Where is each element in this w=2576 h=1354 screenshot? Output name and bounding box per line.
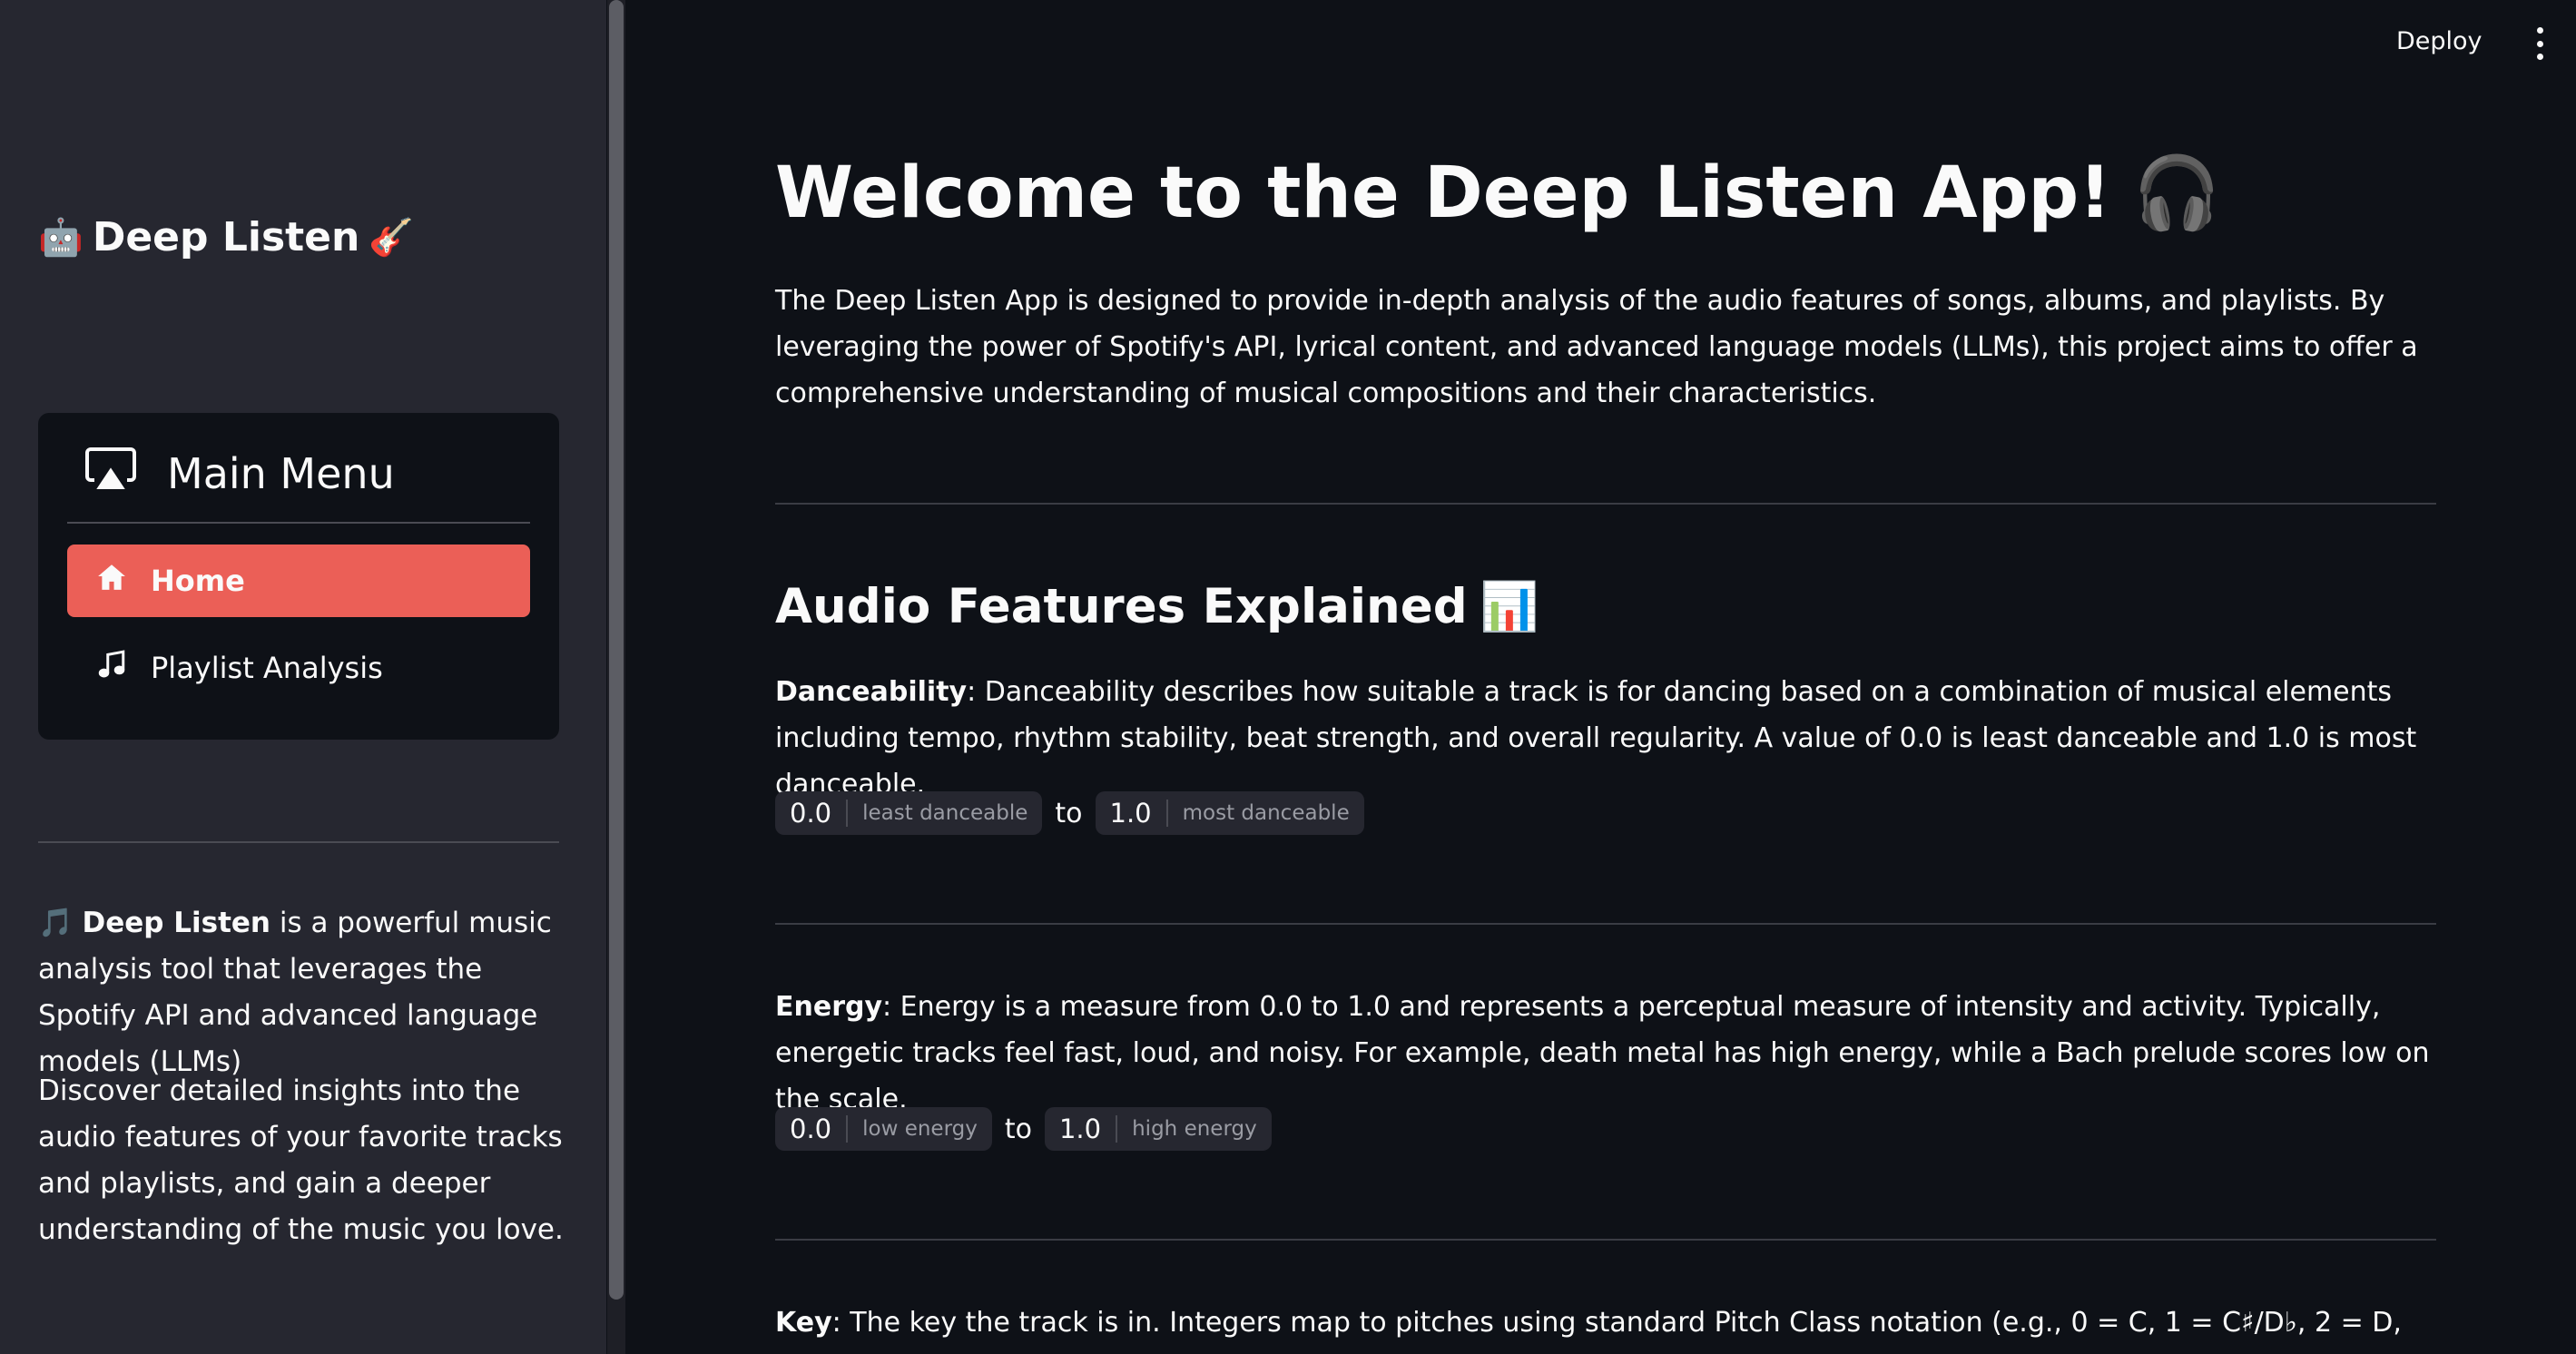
guitar-emoji-icon: 🎸 bbox=[369, 216, 415, 259]
range-max-value: 1.0 bbox=[1058, 1114, 1102, 1144]
feature-name: Energy bbox=[775, 991, 883, 1023]
divider bbox=[775, 1239, 2436, 1241]
sidebar-item-home[interactable]: Home bbox=[67, 545, 530, 617]
kebab-menu-icon[interactable] bbox=[2527, 27, 2552, 60]
robot-emoji-icon: 🤖 bbox=[38, 216, 84, 259]
range-max-badge: 1.0 high energy bbox=[1044, 1107, 1272, 1151]
sidebar: 🤖 Deep Listen 🎸 Main Menu Home Playlist … bbox=[0, 0, 606, 1354]
range-min-value: 0.0 bbox=[790, 798, 832, 829]
music-note-icon bbox=[96, 649, 127, 687]
danceability-range: 0.0 least danceable to 1.0 most danceabl… bbox=[775, 791, 1364, 835]
feature-name: Danceability bbox=[775, 676, 968, 708]
app-root: 🤖 Deep Listen 🎸 Main Menu Home Playlist … bbox=[0, 0, 2576, 1354]
music-notes-emoji-icon: 🎵 bbox=[38, 907, 74, 939]
range-max-value: 1.0 bbox=[1109, 798, 1152, 829]
sidebar-item-label: Home bbox=[151, 564, 245, 598]
main-menu: Main Menu Home Playlist Analysis bbox=[38, 413, 559, 740]
section-title: Audio Features Explained 📊 bbox=[775, 579, 1539, 634]
feature-name: Key bbox=[775, 1307, 832, 1339]
page-title: Welcome to the Deep Listen App! 🎧 bbox=[775, 152, 2221, 234]
sidebar-about-text: 🎵 Deep Listen is a powerful music analys… bbox=[38, 900, 574, 1085]
bar-chart-emoji-icon: 📊 bbox=[1480, 579, 1539, 634]
airplay-icon bbox=[85, 447, 136, 499]
main-menu-title: Main Menu bbox=[85, 447, 395, 499]
divider bbox=[775, 503, 2436, 505]
range-max-label: high energy bbox=[1132, 1117, 1257, 1141]
intro-text: The Deep Listen App is designed to provi… bbox=[775, 285, 2418, 409]
feature-description: : Danceability describes how suitable a … bbox=[775, 676, 2417, 800]
main-menu-label: Main Menu bbox=[167, 448, 395, 498]
sidebar-discover-text: Discover detailed insights into the audi… bbox=[38, 1074, 564, 1246]
feature-energy: Energy: Energy is a measure from 0.0 to … bbox=[775, 984, 2436, 1123]
headphones-emoji-icon: 🎧 bbox=[2132, 152, 2221, 234]
about-brand: Deep Listen bbox=[82, 907, 270, 939]
sidebar-scrollbar[interactable] bbox=[607, 0, 625, 1354]
range-min-label: least danceable bbox=[862, 801, 1028, 825]
deploy-button[interactable]: Deploy bbox=[2396, 27, 2483, 55]
menu-divider bbox=[67, 522, 530, 524]
feature-key: Key: The key the track is in. Integers m… bbox=[775, 1300, 2436, 1354]
range-connector: to bbox=[1004, 1113, 1032, 1145]
feature-description: : The key the track is in. Integers map … bbox=[775, 1307, 2402, 1354]
range-min-badge: 0.0 least danceable bbox=[775, 791, 1043, 835]
sidebar-brand: 🤖 Deep Listen 🎸 bbox=[38, 214, 414, 260]
house-icon bbox=[96, 562, 127, 600]
divider bbox=[775, 923, 2436, 925]
section-title-text: Audio Features Explained bbox=[775, 579, 1468, 634]
range-min-value: 0.0 bbox=[790, 1114, 832, 1144]
sidebar-scrollbar-thumb[interactable] bbox=[609, 0, 624, 1300]
brand-title: Deep Listen bbox=[92, 214, 360, 260]
sidebar-item-playlist-analysis[interactable]: Playlist Analysis bbox=[67, 632, 530, 704]
feature-description: : Energy is a measure from 0.0 to 1.0 an… bbox=[775, 991, 2430, 1115]
range-max-label: most danceable bbox=[1182, 801, 1350, 825]
range-min-label: low energy bbox=[862, 1117, 978, 1141]
page-title-text: Welcome to the Deep Listen App! bbox=[775, 152, 2111, 234]
energy-range: 0.0 low energy to 1.0 high energy bbox=[775, 1107, 1272, 1151]
sidebar-item-label: Playlist Analysis bbox=[151, 651, 383, 685]
range-min-badge: 0.0 low energy bbox=[775, 1107, 992, 1151]
feature-danceability: Danceability: Danceability describes how… bbox=[775, 669, 2436, 808]
range-connector: to bbox=[1055, 797, 1083, 829]
sidebar-divider bbox=[38, 841, 559, 843]
range-max-badge: 1.0 most danceable bbox=[1095, 791, 1364, 835]
